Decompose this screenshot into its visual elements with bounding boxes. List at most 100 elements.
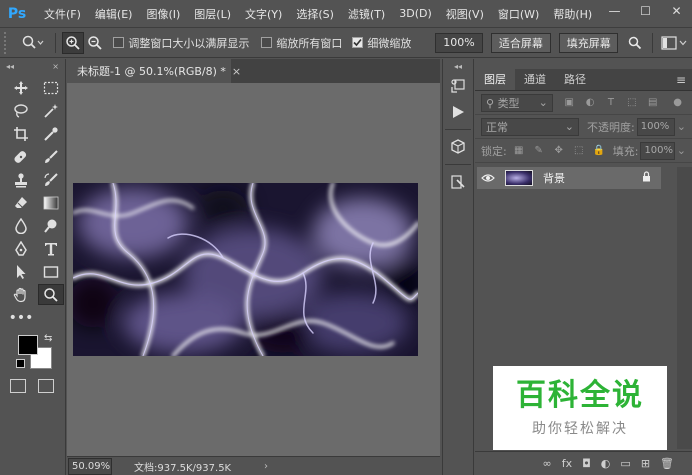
options-grip[interactable]	[4, 31, 10, 54]
healing-brush-tool[interactable]	[8, 146, 34, 167]
brush-tool[interactable]	[38, 146, 64, 167]
type-tool[interactable]	[38, 238, 64, 259]
path-selection-tool[interactable]	[8, 261, 34, 282]
document-tab[interactable]: 未标题-1 @ 50.1%(RGB/8) * ×	[67, 59, 241, 83]
history-brush-tool[interactable]	[38, 169, 64, 190]
foreground-color-swatch[interactable]	[18, 335, 38, 355]
opacity-chevron-icon[interactable]: ⌄	[677, 120, 686, 133]
eyedropper-tool[interactable]	[38, 123, 64, 144]
zoom-100-button[interactable]: 100%	[435, 32, 483, 53]
lasso-tool[interactable]	[8, 100, 34, 121]
3d-panel-button[interactable]	[443, 134, 473, 160]
zoom-out-button[interactable]	[84, 32, 106, 54]
fit-screen-button[interactable]: 适合屏幕	[490, 32, 552, 53]
zoom-in-button[interactable]	[62, 31, 84, 54]
swap-colors-icon[interactable]: ⇆	[44, 333, 52, 344]
layer-background[interactable]: 背景	[477, 167, 661, 189]
move-tool[interactable]	[8, 77, 34, 98]
marquee-tool[interactable]	[38, 77, 64, 98]
filter-pixel-icon[interactable]: ▣	[561, 95, 578, 111]
strip-collapse-icon[interactable]: ◂◂	[443, 59, 473, 73]
tools-panel-header[interactable]: ◂◂ ×	[0, 59, 65, 73]
zoom-level-field[interactable]: 50.09%	[68, 457, 112, 475]
opacity-field[interactable]: 100%	[636, 117, 675, 136]
filter-kind-select[interactable]: ⚲ 类型 ⌄	[481, 93, 553, 112]
filter-toggle-icon[interactable]: ●	[669, 95, 686, 111]
blend-mode-select[interactable]: 正常 ⌄	[481, 117, 579, 136]
panel-menu-icon[interactable]: ≡	[676, 73, 686, 87]
tab-channels[interactable]: 通道	[515, 68, 555, 90]
layers-scrollbar[interactable]	[677, 167, 692, 449]
search-button[interactable]	[624, 32, 646, 54]
menu-type[interactable]: 文字(Y)	[245, 6, 282, 22]
menu-help[interactable]: 帮助(H)	[553, 6, 592, 22]
filter-shape-icon[interactable]: ⬚	[623, 95, 640, 111]
lock-artboard-icon[interactable]: ⬚	[571, 143, 587, 159]
filter-smart-object-icon[interactable]: ▤	[644, 95, 661, 111]
filter-adjustment-icon[interactable]: ◐	[582, 95, 599, 111]
screen-mode-icon[interactable]	[38, 379, 54, 393]
hand-tool[interactable]	[8, 284, 34, 305]
canvas-area[interactable]	[67, 83, 440, 456]
actions-panel-button[interactable]	[443, 99, 473, 125]
tab-layers[interactable]: 图层	[475, 68, 515, 90]
pen-tool[interactable]	[8, 238, 34, 259]
default-colors-icon[interactable]	[16, 359, 25, 368]
properties-panel-button[interactable]	[443, 169, 473, 195]
zoom-tool[interactable]	[38, 284, 64, 305]
visibility-eye-icon[interactable]	[477, 173, 499, 183]
crop-icon	[14, 126, 28, 141]
clone-stamp-tool[interactable]	[8, 169, 34, 190]
lock-position-icon[interactable]: ✥	[551, 143, 567, 159]
minimize-button[interactable]: —	[599, 0, 630, 22]
new-group-icon[interactable]: ▭	[620, 457, 630, 470]
link-layers-icon[interactable]: ∞	[543, 457, 552, 470]
lock-all-icon[interactable]: 🔒	[591, 143, 607, 159]
dodge-tool[interactable]	[38, 215, 64, 236]
menu-file[interactable]: 文件(F)	[44, 6, 81, 22]
collapse-icon[interactable]: ◂◂	[6, 62, 14, 71]
add-mask-icon[interactable]: ◘	[582, 457, 591, 470]
scrubby-zoom-checkbox[interactable]: 细微缩放	[352, 35, 411, 51]
magic-wand-tool[interactable]	[38, 100, 64, 121]
menu-select[interactable]: 选择(S)	[296, 6, 334, 22]
layer-style-icon[interactable]: fx	[562, 457, 572, 470]
fill-chevron-icon[interactable]: ⌄	[677, 144, 686, 157]
rectangle-tool[interactable]	[38, 261, 64, 282]
tab-paths[interactable]: 路径	[555, 68, 595, 90]
menu-edit[interactable]: 编辑(E)	[95, 6, 133, 22]
more-tools[interactable]: •••	[8, 307, 34, 328]
lock-transparent-icon[interactable]: ▦	[511, 143, 527, 159]
panel-close-icon[interactable]: ×	[52, 62, 59, 71]
resize-window-checkbox[interactable]: 调整窗口大小以满屏显示	[113, 35, 249, 51]
menu-window[interactable]: 窗口(W)	[498, 6, 539, 22]
new-layer-icon[interactable]: ⊞	[641, 457, 650, 470]
lock-pixels-icon[interactable]: ✎	[531, 143, 547, 159]
menu-3d[interactable]: 3D(D)	[399, 7, 432, 20]
blur-tool[interactable]	[8, 215, 34, 236]
history-panel-button[interactable]	[443, 73, 473, 99]
close-button[interactable]: ✕	[661, 0, 692, 22]
workspace-switcher[interactable]	[659, 32, 692, 54]
gradient-tool[interactable]	[38, 192, 64, 213]
quick-mask-icon[interactable]	[10, 379, 26, 393]
menu-view[interactable]: 视图(V)	[446, 6, 484, 22]
eraser-tool[interactable]	[8, 192, 34, 213]
menu-image[interactable]: 图像(I)	[146, 6, 180, 22]
filter-type-icon[interactable]: T	[603, 95, 620, 111]
maximize-button[interactable]: ☐	[630, 0, 661, 22]
menu-filter[interactable]: 滤镜(T)	[348, 6, 385, 22]
trash-icon[interactable]: 🗑	[660, 457, 674, 470]
ellipsis-icon: •••	[8, 309, 34, 326]
document-image-plasma[interactable]	[73, 183, 418, 356]
fill-field[interactable]: 100%	[640, 141, 675, 160]
tool-preset-picker[interactable]	[16, 31, 49, 55]
crop-tool[interactable]	[8, 123, 34, 144]
pen-icon	[15, 240, 27, 256]
status-menu-arrow[interactable]: ›	[264, 461, 268, 472]
adjustment-layer-icon[interactable]: ◐	[601, 457, 611, 470]
menu-layer[interactable]: 图层(L)	[194, 6, 231, 22]
close-tab-icon[interactable]: ×	[232, 65, 241, 78]
fill-screen-button[interactable]: 填充屏幕	[559, 32, 619, 53]
zoom-all-windows-checkbox[interactable]: 缩放所有窗口	[261, 35, 342, 51]
